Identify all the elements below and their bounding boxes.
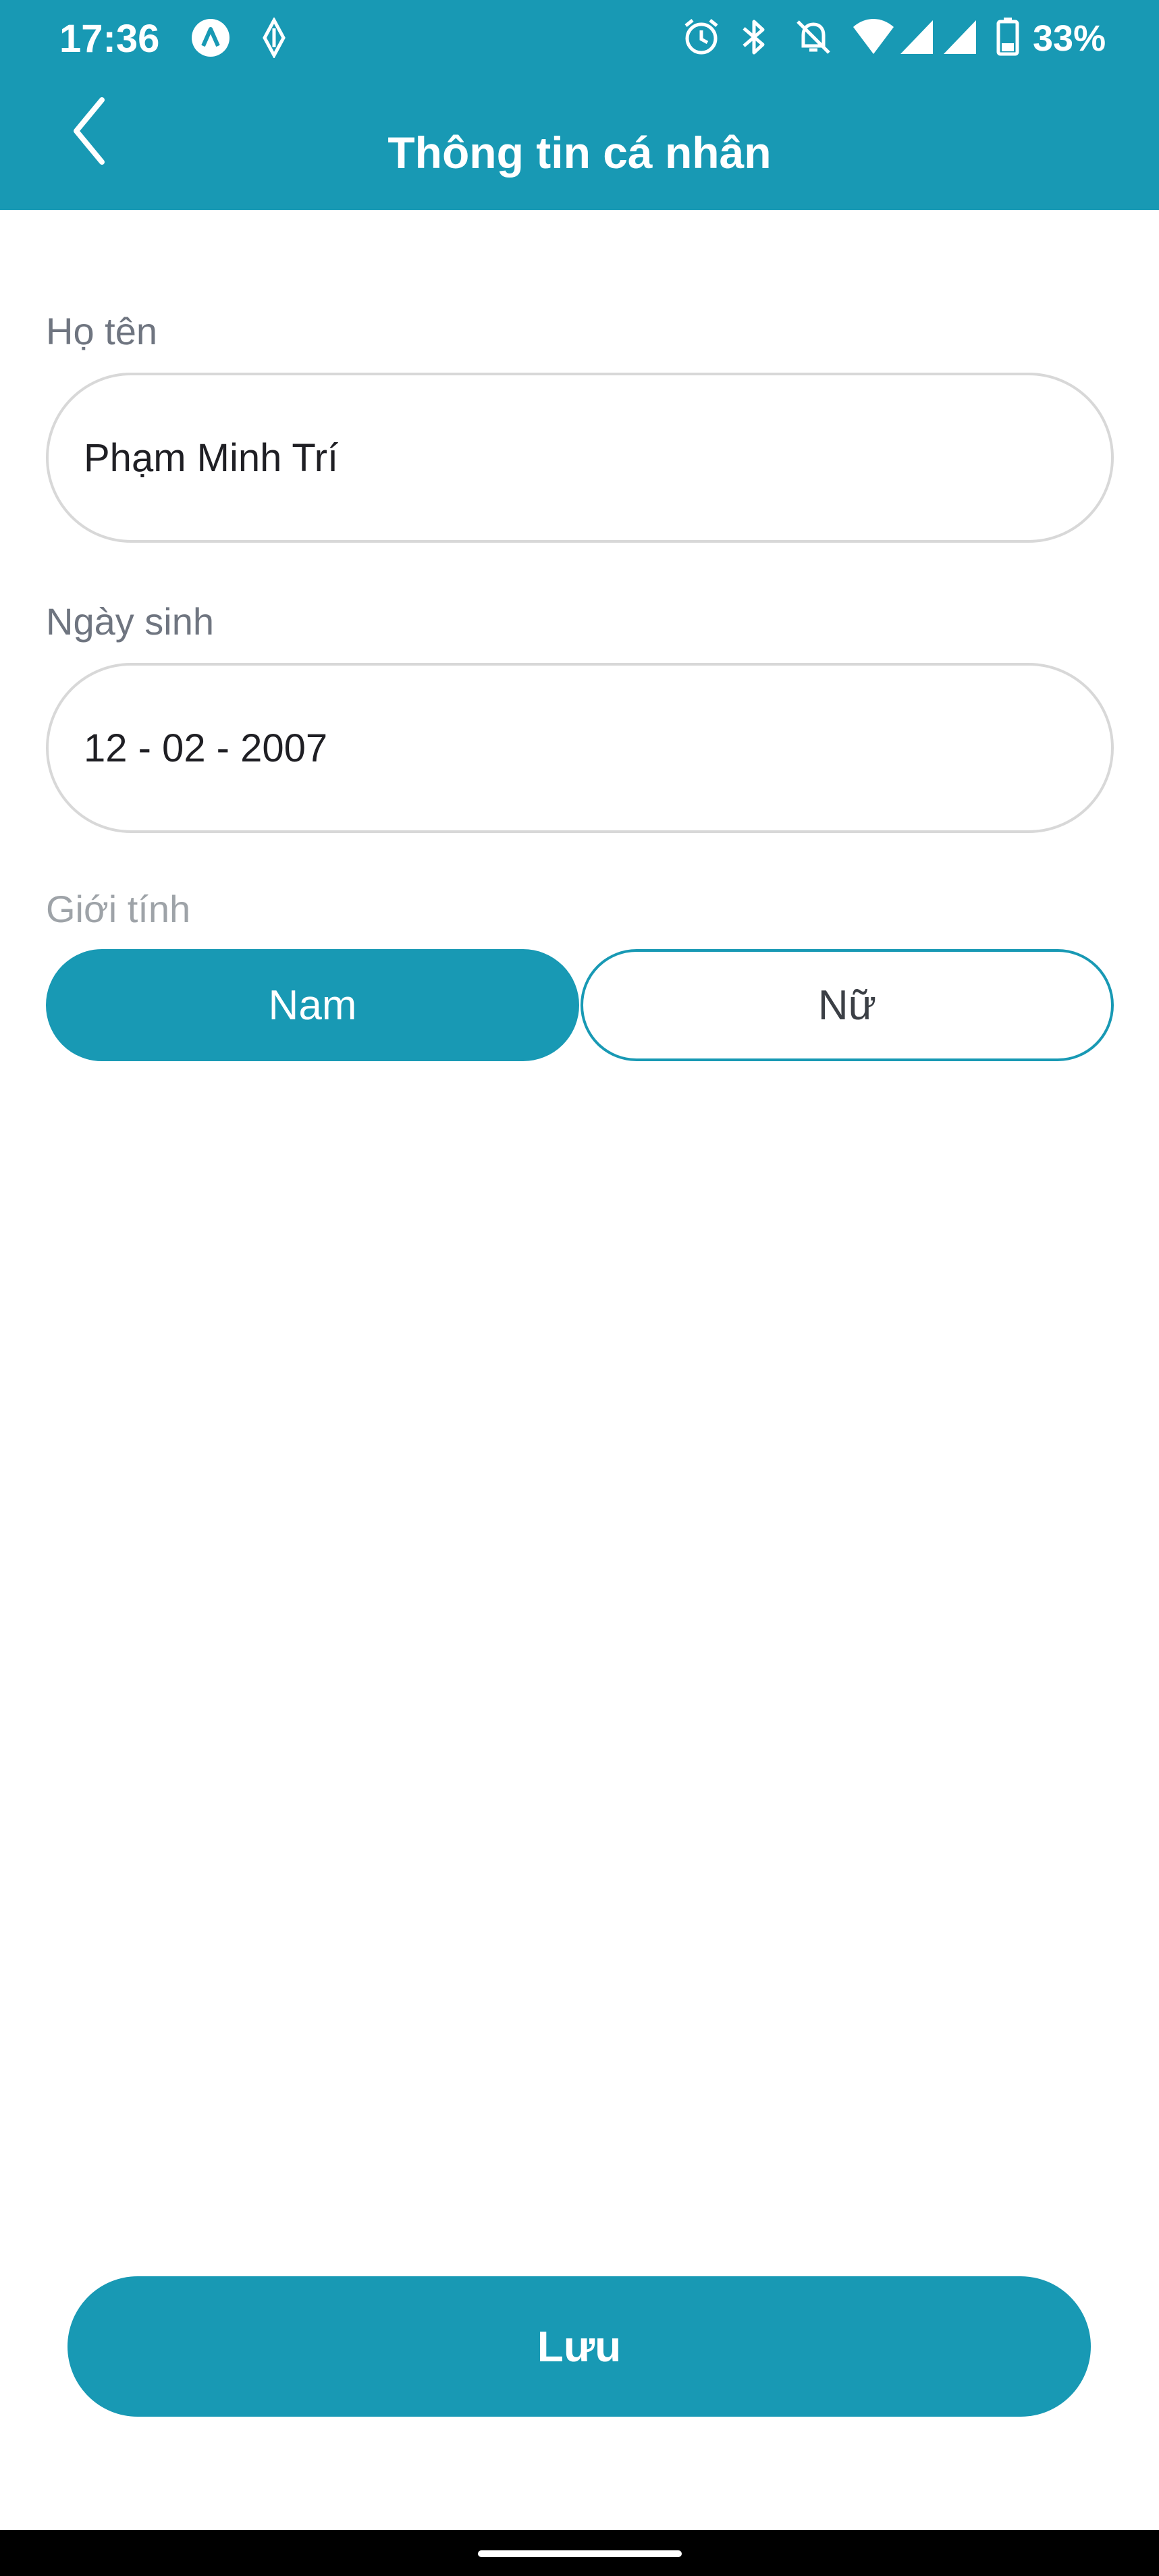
page-title: Thông tin cá nhân <box>387 128 772 178</box>
birthdate-value: 12 - 02 - 2007 <box>84 726 328 770</box>
name-label: Họ tên <box>46 310 157 352</box>
birthdate-field[interactable]: 12 - 02 - 2007 <box>46 663 1114 833</box>
gender-option-male[interactable]: Nam <box>46 949 579 1061</box>
app-header: 17:36 33% Thông tin cá nhân <box>0 0 1159 210</box>
app-diamond-notification-icon <box>263 18 286 58</box>
battery-icon <box>996 18 1019 56</box>
wifi-icon <box>853 19 894 54</box>
name-value: Phạm Minh Trí <box>84 435 339 480</box>
alarm-icon <box>684 19 718 55</box>
gender-label: Giới tính <box>46 888 191 930</box>
gender-option-female[interactable]: Nữ <box>581 949 1114 1061</box>
bell-muted-icon <box>797 20 830 54</box>
signal-icon <box>944 20 976 54</box>
status-bar: 17:36 33% <box>0 0 1159 76</box>
status-time: 17:36 <box>59 17 160 61</box>
signal-icon <box>900 20 933 54</box>
app-a-notification-icon <box>192 19 230 57</box>
save-button[interactable]: Lưu <box>68 2276 1091 2417</box>
battery-percentage: 33% <box>1033 18 1106 59</box>
home-indicator[interactable] <box>478 2550 682 2557</box>
name-field[interactable]: Phạm Minh Trí <box>46 373 1114 543</box>
bluetooth-icon <box>743 20 765 55</box>
birthdate-label: Ngày sinh <box>46 600 215 643</box>
